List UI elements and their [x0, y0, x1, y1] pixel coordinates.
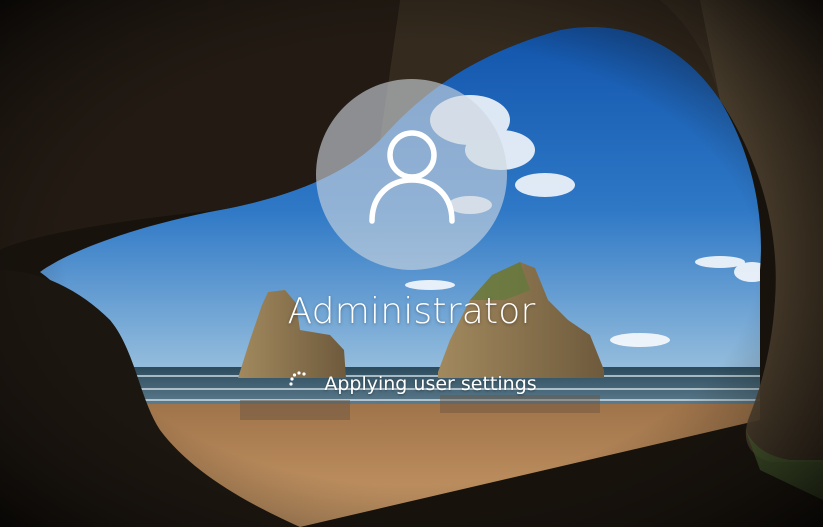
- user-silhouette-icon: [368, 129, 455, 224]
- lock-screen: Administrator Applying user settings: [0, 0, 823, 527]
- loading-dots-icon: [289, 371, 306, 386]
- user-avatar: [316, 79, 507, 270]
- status-row: Applying user settings: [0, 370, 823, 398]
- status-message: Applying user settings: [324, 373, 537, 395]
- username-label: Administrator: [287, 291, 536, 332]
